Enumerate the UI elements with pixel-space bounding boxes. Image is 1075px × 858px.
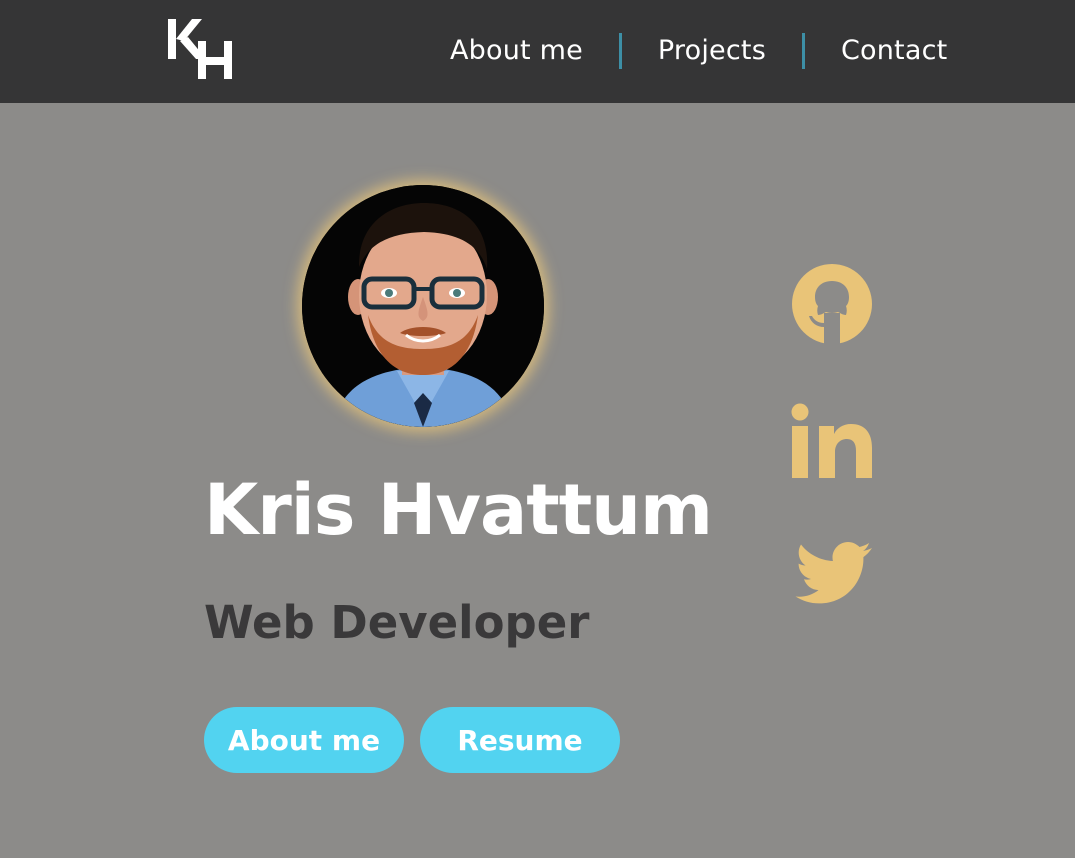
kh-logo-icon — [168, 19, 232, 79]
main-nav: About me Projects Contact — [430, 28, 967, 74]
twitter-icon — [795, 542, 872, 604]
twitter-link[interactable] — [788, 540, 878, 610]
profile-avatar — [302, 185, 544, 427]
nav-separator — [618, 33, 622, 69]
nav-link-contact[interactable]: Contact — [821, 28, 967, 74]
resume-button[interactable]: Resume — [420, 707, 620, 773]
nav-link-about[interactable]: About me — [430, 28, 603, 74]
about-me-button[interactable]: About me — [204, 707, 404, 773]
nav-link-projects[interactable]: Projects — [638, 28, 786, 74]
logo-link[interactable] — [166, 17, 234, 81]
linkedin-icon — [791, 403, 872, 478]
github-icon — [792, 264, 872, 344]
top-navbar: About me Projects Contact — [0, 0, 1075, 103]
portrait-image — [302, 185, 544, 427]
linkedin-link[interactable] — [788, 402, 878, 482]
profile-name: Kris Hvattum — [204, 469, 713, 551]
nav-separator — [801, 33, 805, 69]
profile-role: Web Developer — [204, 596, 590, 649]
github-link[interactable] — [788, 261, 878, 347]
